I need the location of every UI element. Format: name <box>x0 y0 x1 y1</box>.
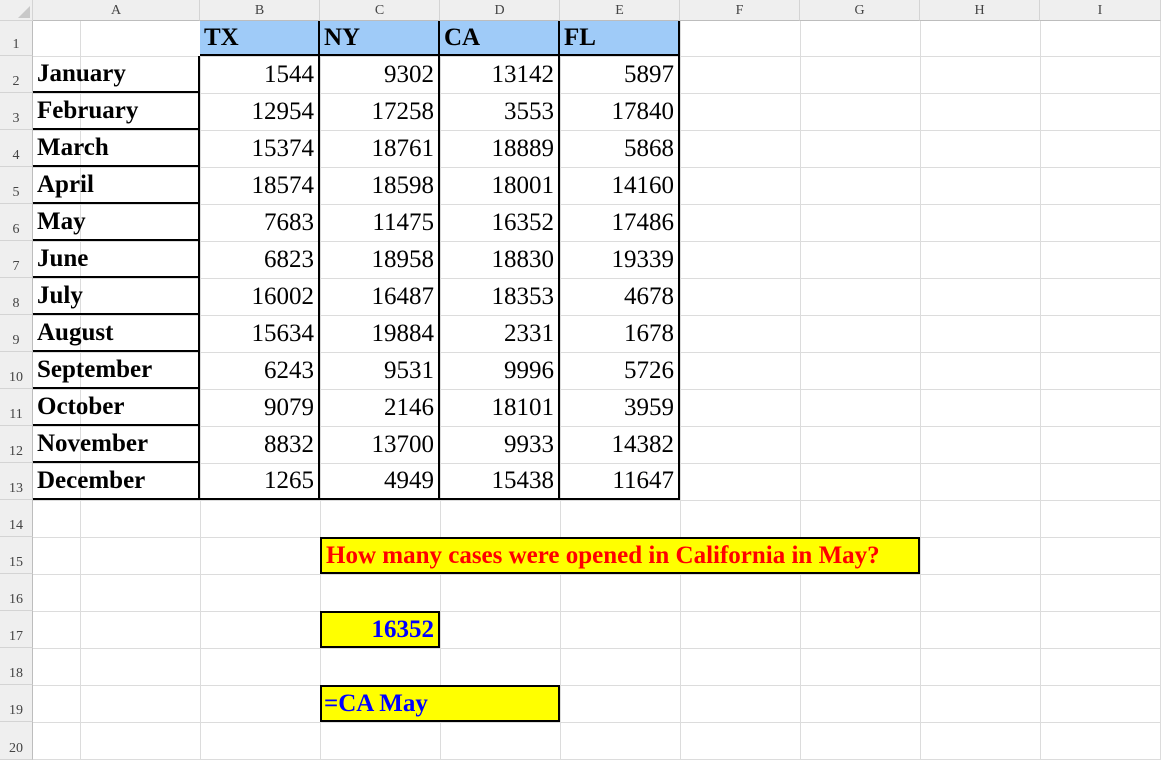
month-cell[interactable]: July <box>33 278 200 315</box>
value-cell[interactable]: 7683 <box>200 204 320 241</box>
value-cell[interactable]: 14160 <box>560 167 680 204</box>
column-header-b[interactable]: B <box>200 0 320 21</box>
row-header-19[interactable]: 19 <box>0 685 33 722</box>
column-header-g[interactable]: G <box>800 0 920 21</box>
value-cell[interactable]: 1265 <box>200 463 320 500</box>
row-header-8[interactable]: 8 <box>0 278 33 315</box>
value-cell[interactable]: 8832 <box>200 426 320 463</box>
value-cell[interactable]: 19884 <box>320 315 440 352</box>
value-cell[interactable]: 2146 <box>320 389 440 426</box>
value-cell[interactable]: 11475 <box>320 204 440 241</box>
value-cell[interactable]: 6823 <box>200 241 320 278</box>
month-cell[interactable]: November <box>33 426 200 463</box>
value-cell[interactable]: 3553 <box>440 93 560 130</box>
month-cell[interactable]: May <box>33 204 200 241</box>
row-header-9[interactable]: 9 <box>0 315 33 352</box>
column-header-h[interactable]: H <box>920 0 1040 21</box>
header-cell-ca[interactable]: CA <box>440 21 560 56</box>
month-cell[interactable]: March <box>33 130 200 167</box>
value-cell[interactable]: 15374 <box>200 130 320 167</box>
spreadsheet-grid[interactable]: ABCDEFGHI 1 2 3 4 5 6 7 8 9 10 11 12 13 14 15 16 17 18 19 2… <box>0 0 1161 760</box>
value-cell[interactable]: 14382 <box>560 426 680 463</box>
column-header-c[interactable]: C <box>320 0 440 21</box>
value-cell[interactable]: 9302 <box>320 56 440 93</box>
row-header-6[interactable]: 6 <box>0 204 33 241</box>
value-cell[interactable]: 18598 <box>320 167 440 204</box>
value-cell[interactable]: 18761 <box>320 130 440 167</box>
row-header-14[interactable]: 14 <box>0 500 33 537</box>
value-cell[interactable]: 9079 <box>200 389 320 426</box>
value-cell[interactable]: 17486 <box>560 204 680 241</box>
question-cell[interactable]: How many cases were opened in California… <box>320 537 920 574</box>
value-cell[interactable]: 9996 <box>440 352 560 389</box>
row-header-17[interactable]: 17 <box>0 611 33 648</box>
value-cell[interactable]: 16002 <box>200 278 320 315</box>
row-header-3[interactable]: 3 <box>0 93 33 130</box>
value-cell[interactable]: 11647 <box>560 463 680 500</box>
row-header-18[interactable]: 18 <box>0 648 33 685</box>
value-cell[interactable]: 4949 <box>320 463 440 500</box>
value-cell[interactable]: 1544 <box>200 56 320 93</box>
column-header-i[interactable]: I <box>1040 0 1161 21</box>
value-cell[interactable]: 17258 <box>320 93 440 130</box>
month-cell[interactable]: December <box>33 463 200 500</box>
month-cell[interactable]: February <box>33 93 200 130</box>
value-cell[interactable]: 5726 <box>560 352 680 389</box>
row-header-1[interactable]: 1 <box>0 21 33 56</box>
row-header-15[interactable]: 15 <box>0 537 33 574</box>
select-all-corner[interactable] <box>0 0 33 21</box>
value-cell[interactable]: 16487 <box>320 278 440 315</box>
value-cell[interactable]: 9531 <box>320 352 440 389</box>
value-cell[interactable]: 19339 <box>560 241 680 278</box>
value-cell[interactable]: 15634 <box>200 315 320 352</box>
value-cell[interactable]: 16352 <box>440 204 560 241</box>
column-header-d[interactable]: D <box>440 0 560 21</box>
value-cell[interactable]: 15438 <box>440 463 560 500</box>
row-header-16[interactable]: 16 <box>0 574 33 611</box>
header-cell-tx[interactable]: TX <box>200 21 320 56</box>
column-header-f[interactable]: F <box>680 0 800 21</box>
value-cell[interactable]: 4678 <box>560 278 680 315</box>
month-cell[interactable]: October <box>33 389 200 426</box>
row-header-13[interactable]: 13 <box>0 463 33 500</box>
row-header-20[interactable]: 20 <box>0 722 33 760</box>
value-cell[interactable]: 5897 <box>560 56 680 93</box>
value-cell[interactable]: 18001 <box>440 167 560 204</box>
column-header-e[interactable]: E <box>560 0 680 21</box>
month-cell[interactable]: September <box>33 352 200 389</box>
value-cell[interactable]: 18889 <box>440 130 560 167</box>
value-cell[interactable]: 6243 <box>200 352 320 389</box>
value-cell[interactable]: 3959 <box>560 389 680 426</box>
value-cell[interactable]: 18353 <box>440 278 560 315</box>
month-cell[interactable]: April <box>33 167 200 204</box>
formula-cell[interactable]: =CA May <box>320 685 560 722</box>
month-cell[interactable]: August <box>33 315 200 352</box>
value-cell[interactable]: 18958 <box>320 241 440 278</box>
row-header-12[interactable]: 12 <box>0 426 33 463</box>
row-header-4[interactable]: 4 <box>0 130 33 167</box>
value-cell[interactable]: 17840 <box>560 93 680 130</box>
value-cell[interactable]: 2331 <box>440 315 560 352</box>
row-header-2[interactable]: 2 <box>0 56 33 93</box>
value-cell[interactable]: 5868 <box>560 130 680 167</box>
value-cell[interactable]: 9933 <box>440 426 560 463</box>
header-cell-ny[interactable]: NY <box>320 21 440 56</box>
month-cell[interactable]: June <box>33 241 200 278</box>
month-cell[interactable]: January <box>33 56 200 93</box>
answer-cell[interactable]: 16352 <box>320 611 440 648</box>
value-cell[interactable]: 18830 <box>440 241 560 278</box>
row-header-10[interactable]: 10 <box>0 352 33 389</box>
value-cell[interactable]: 1678 <box>560 315 680 352</box>
value-cell[interactable]: 18101 <box>440 389 560 426</box>
row-header-7[interactable]: 7 <box>0 241 33 278</box>
value-cell[interactable]: 13142 <box>440 56 560 93</box>
header-cell-fl[interactable]: FL <box>560 21 680 56</box>
value-cell[interactable]: 12954 <box>200 93 320 130</box>
value-cell[interactable]: 18574 <box>200 167 320 204</box>
row-header-5[interactable]: 5 <box>0 167 33 204</box>
row-header-11[interactable]: 11 <box>0 389 33 426</box>
value-cell[interactable]: 13700 <box>320 426 440 463</box>
column-header-a[interactable]: A <box>33 0 200 21</box>
